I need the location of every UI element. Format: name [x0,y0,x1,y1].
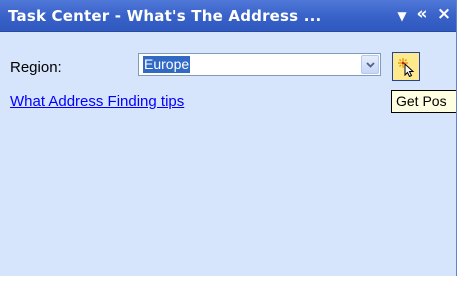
close-pane-button[interactable]: × [435,4,453,24]
region-select[interactable]: Europe [138,53,381,76]
pane-title: Task Center - What's The Address ... [8,7,322,25]
get-position-button[interactable] [392,52,420,81]
task-center-pane: Task Center - What's The Address ... ▼ «… [0,0,457,276]
pane-menu-button[interactable]: ▼ [394,9,410,29]
get-position-tooltip: Get Pos [391,90,456,113]
chevron-down-icon [366,62,375,68]
magic-wand-cursor-icon [398,58,415,77]
close-icon: × [436,4,452,24]
address-finding-tips-link[interactable]: What Address Finding tips [10,93,184,110]
region-label: Region: [10,59,62,76]
collapse-pane-button[interactable]: « [411,4,433,24]
pane-title-bar: Task Center - What's The Address ... ▼ «… [0,0,456,32]
double-chevron-left-icon: « [416,4,428,24]
dropdown-arrow-icon: ▼ [397,9,407,23]
region-dropdown-button[interactable] [361,55,379,74]
region-selected-value[interactable]: Europe [143,56,191,73]
